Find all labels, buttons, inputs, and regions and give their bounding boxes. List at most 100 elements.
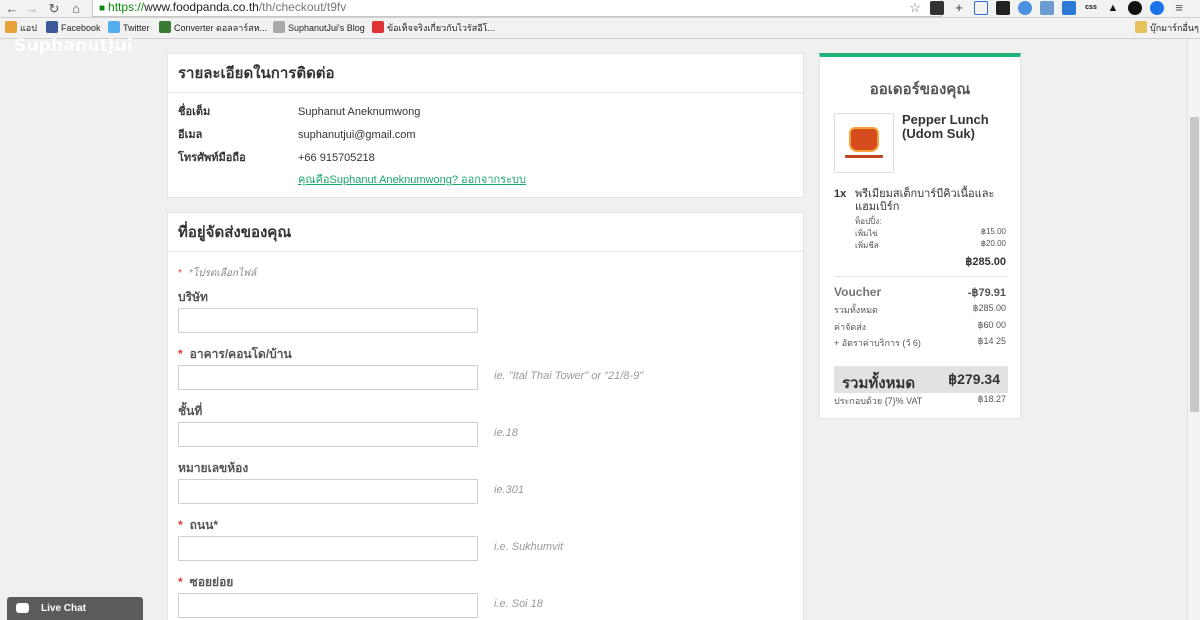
converter-icon	[159, 21, 171, 33]
service-fee-label: + อัตราค่าบริการ (วั 6)	[834, 338, 921, 348]
lock-icon: ■	[99, 3, 106, 14]
building-input[interactable]	[178, 365, 478, 390]
floor-input[interactable]	[178, 422, 478, 447]
divider	[834, 276, 1008, 277]
email-label: อีเมล	[178, 129, 203, 141]
menu-icon[interactable]: ≡	[1172, 1, 1186, 15]
note-icon[interactable]	[1040, 1, 1054, 15]
css-icon[interactable]: css	[1084, 1, 1098, 15]
grand-total-label: รวมทั้งหมด	[842, 375, 916, 392]
subtotal-label: รวมทั้งหมด	[834, 305, 878, 315]
required-note: * *โปรดเลือกไฟล์	[178, 268, 257, 279]
logout-link[interactable]: คุณคือSuphanut Aneknumwong? ออกจากระบบ	[298, 173, 526, 187]
restaurant-logo	[834, 113, 894, 173]
floor-label: ชั้นที่	[178, 404, 203, 418]
room-input[interactable]	[178, 479, 478, 504]
chat-bubble-icon	[16, 603, 29, 613]
order-title: ออเดอร์ของคุณ	[869, 81, 971, 98]
forward-icon[interactable]: →	[24, 1, 40, 17]
live-chat-label: Live Chat	[41, 603, 87, 614]
star-icon[interactable]: ☆	[908, 1, 922, 15]
cursor-icon[interactable]: ▲	[1106, 1, 1120, 15]
extension-icons: ☆ + css ▲ ≡	[908, 1, 1186, 17]
item-total: ฿285.00	[965, 256, 1006, 268]
bookmark-virus-facts[interactable]: ข้อเท็จจริงเกี่ยวกับไวรัสอีโ...	[372, 21, 495, 36]
bookmark-other[interactable]: บุ๊กมาร์กอื่นๆ	[1135, 21, 1199, 36]
blog-icon	[273, 21, 285, 33]
url-scheme: https://	[108, 0, 145, 14]
floor-hint: ie.18	[494, 427, 518, 439]
street-hint: i.e. Sukhumvit	[494, 541, 564, 553]
screenshot-icon[interactable]	[974, 1, 988, 15]
grand-total-value: ฿279.34	[948, 371, 1000, 387]
address-title: ที่อยู่จัดส่งของคุณ	[168, 213, 803, 252]
item-name: พรีเมียมสเต็กบาร์บีคิวเนื้อและแฮมเบิร์ก	[855, 188, 995, 213]
email-value: suphanutjui@gmail.com	[298, 129, 416, 141]
reload-icon[interactable]: ↻	[46, 1, 62, 17]
phone-label: โทรศัพท์มือถือ	[178, 152, 246, 164]
pepper-lunch-logo-icon	[849, 127, 879, 152]
company-input[interactable]	[178, 308, 478, 333]
back-icon[interactable]: ←	[4, 1, 20, 17]
item-option-price: ฿20.00	[980, 239, 1006, 248]
home-icon[interactable]: ⌂	[68, 1, 84, 17]
name-label: ชื่อเต็ม	[178, 106, 211, 118]
building-hint: ie. "Ital Thai Tower" or "21/8-9"	[494, 370, 644, 382]
room-hint: ie.301	[494, 484, 524, 496]
name-value: Suphanut Aneknumwong	[298, 106, 421, 118]
phone-value: +66 915705218	[298, 152, 375, 164]
delivery-fee-label: ค่าจัดส่ง	[834, 322, 867, 332]
service-fee-value: ฿14 25	[977, 336, 1006, 346]
bookmark-facebook[interactable]: Facebook	[46, 21, 101, 36]
item-quantity: 1x	[834, 188, 847, 200]
item-option-price: ฿15.00	[980, 227, 1006, 236]
twitter-icon	[108, 21, 120, 33]
delivery-address-panel: ที่อยู่จัดส่งของคุณ * *โปรดเลือกไฟล์ บริษ…	[167, 212, 804, 620]
contact-title: รายละเอียดในการติดต่อ	[168, 54, 803, 93]
panel-icon[interactable]	[1062, 1, 1076, 15]
watermark: SuphanutJui	[14, 36, 133, 56]
crosshair-icon[interactable]: +	[952, 1, 966, 15]
bookmarks-bar: แอป Facebook Twitter Converter ดอลลาร์สห…	[0, 18, 1200, 39]
globe-icon[interactable]	[1018, 1, 1032, 15]
bookmark-converter[interactable]: Converter ดอลลาร์สห...	[159, 21, 267, 36]
browser-toolbar: ← → ↻ ⌂ ■ https://www.foodpanda.co.th/th/…	[0, 0, 1200, 18]
bookmark-blog[interactable]: SuphanutJui's Blog	[273, 21, 365, 36]
street-label: ถนน*	[178, 516, 218, 535]
circle-icon[interactable]	[1150, 1, 1164, 15]
news-icon	[372, 21, 384, 33]
address-bar[interactable]: ■ https://www.foodpanda.co.th/th/checkout…	[92, 0, 942, 17]
extension-icon[interactable]	[930, 1, 944, 15]
grand-total-bar: รวมทั้งหมด ฿279.34	[834, 366, 1008, 393]
soi-label: ซอยย่อย	[178, 573, 234, 592]
scrollbar-thumb[interactable]	[1190, 117, 1199, 412]
room-label: หมายเลขห้อง	[178, 461, 249, 475]
soi-input[interactable]	[178, 593, 478, 618]
building-label: อาคาร/คอนโด/บ้าน	[178, 345, 292, 364]
street-input[interactable]	[178, 536, 478, 561]
bookmark-twitter[interactable]: Twitter	[108, 21, 150, 36]
item-option: เพิ่มชีส	[855, 241, 879, 250]
subtotal-value: ฿285.00	[972, 303, 1006, 313]
url-host: www.foodpanda.co.th	[144, 0, 259, 14]
apps-grid-icon	[5, 21, 17, 33]
voucher-label: Voucher	[834, 285, 882, 299]
screen-icon[interactable]	[996, 1, 1010, 15]
company-label: บริษัท	[178, 290, 208, 304]
paw-icon[interactable]	[1128, 1, 1142, 15]
page-scrollbar[interactable]	[1187, 39, 1200, 620]
live-chat-button[interactable]: Live Chat	[7, 597, 143, 620]
restaurant-name: Pepper Lunch (Udom Suk)	[902, 112, 989, 141]
facebook-icon	[46, 21, 58, 33]
soi-hint: i.e. Soi 18	[494, 598, 543, 610]
contact-details-panel: รายละเอียดในการติดต่อ ชื่อเต็ม Suphanut …	[167, 53, 804, 198]
vat-label: ประกอบด้วย {7}% VAT	[834, 396, 923, 406]
bookmark-apps[interactable]: แอป	[5, 21, 37, 36]
vat-value: ฿18.27	[977, 394, 1006, 404]
url-path: /th/checkout/t9fv	[258, 0, 347, 14]
delivery-fee-value: ฿60 00	[977, 320, 1006, 330]
order-summary-panel: ออเดอร์ของคุณ Pepper Lunch (Udom Suk) 1x…	[819, 53, 1021, 419]
required-star: *	[178, 268, 182, 279]
folder-icon	[1135, 21, 1147, 33]
voucher-value: -฿79.91	[967, 287, 1006, 299]
